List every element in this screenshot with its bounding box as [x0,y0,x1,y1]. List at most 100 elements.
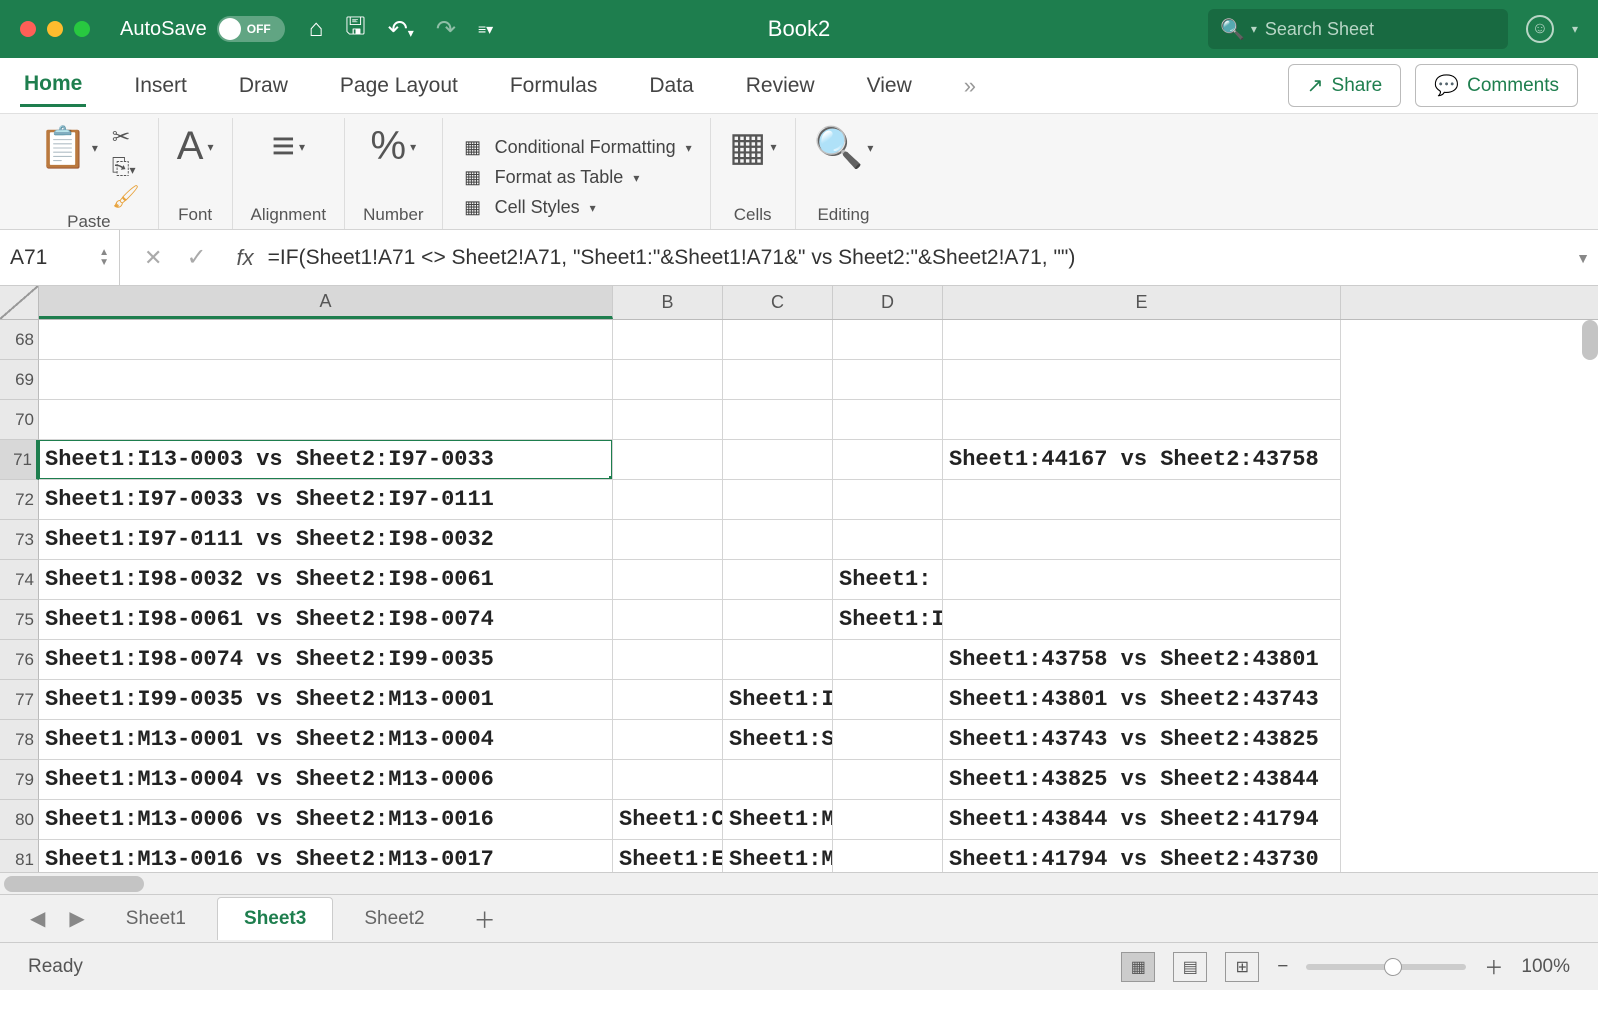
tab-data[interactable]: Data [645,66,697,106]
cell[interactable] [723,400,833,440]
cell[interactable] [613,360,723,400]
tab-home[interactable]: Home [20,64,86,107]
cell[interactable] [723,560,833,600]
col-header-D[interactable]: D [833,286,943,319]
add-sheet-icon[interactable]: ＋ [456,903,514,935]
search-input[interactable] [1265,19,1497,40]
redo-icon[interactable]: ↷ [436,15,456,44]
cell[interactable] [943,480,1341,520]
cell[interactable] [833,840,943,872]
cell[interactable]: Sheet1:M13-0004 vs Sheet2:M13-0006 [39,760,613,800]
row-header[interactable]: 68 [0,320,39,360]
cell[interactable]: Sheet1:43758 vs Sheet2:43801 [943,640,1341,680]
cancel-formula-icon[interactable]: ✕ [144,245,162,271]
comments-button[interactable]: 💬Comments [1415,64,1578,107]
zoom-in-icon[interactable]: ＋ [1484,953,1503,980]
cell-styles-button[interactable]: ▦Cell Styles ▾ [461,196,692,220]
cell[interactable]: Sheet1:I98-0074 vs Sheet2:I99-0035 [39,640,613,680]
cell[interactable] [39,400,613,440]
cell[interactable]: Sheet1: [833,560,943,600]
cell[interactable]: Sheet1:43801 vs Sheet2:43743 [943,680,1341,720]
row-header[interactable]: 78 [0,720,39,760]
cell[interactable]: Sheet1:41794 vs Sheet2:43730 [943,840,1341,872]
row-header[interactable]: 81 [0,840,39,872]
share-button[interactable]: ↗Share [1288,64,1401,107]
row-header[interactable]: 70 [0,400,39,440]
cell[interactable] [723,760,833,800]
cell[interactable] [723,440,833,480]
cell[interactable] [613,320,723,360]
cell[interactable] [723,320,833,360]
cell[interactable] [723,360,833,400]
select-all-corner[interactable] [0,286,39,319]
chevron-down-icon[interactable]: ▾ [1572,22,1578,36]
search-box[interactable]: 🔍 ▾ [1208,9,1508,49]
cell[interactable]: Sheet1:S [723,720,833,760]
fx-icon[interactable]: fx [237,245,254,271]
cell[interactable]: Sheet1:43844 vs Sheet2:41794 [943,800,1341,840]
row-header[interactable]: 80 [0,800,39,840]
tab-formulas[interactable]: Formulas [506,66,602,106]
tab-review[interactable]: Review [742,66,819,106]
horizontal-scrollbar[interactable] [4,876,144,892]
row-header[interactable]: 69 [0,360,39,400]
zoom-out-icon[interactable]: − [1277,956,1288,978]
cell[interactable] [613,400,723,440]
row-header[interactable]: 72 [0,480,39,520]
cell[interactable]: Sheet1:M [723,800,833,840]
enter-formula-icon[interactable]: ✓ [186,243,206,272]
cell[interactable] [833,760,943,800]
undo-icon[interactable]: ↶▾ [388,15,414,44]
cell[interactable]: Sheet1:C [613,800,723,840]
col-header-E[interactable]: E [943,286,1341,319]
namebox-spinner-icon[interactable]: ▲▼ [99,248,109,268]
cell[interactable] [613,440,723,480]
copy-icon[interactable]: ⎘▾ [112,154,140,180]
vertical-scrollbar[interactable] [1582,320,1598,360]
cell[interactable] [613,680,723,720]
autosave-toggle[interactable]: OFF [217,16,285,42]
sheet-tab-sheet1[interactable]: Sheet1 [99,897,213,941]
cell[interactable] [723,640,833,680]
tab-page-layout[interactable]: Page Layout [336,66,462,106]
row-header[interactable]: 71 [0,440,39,480]
number-icon[interactable]: %▾ [371,124,417,169]
cell[interactable] [613,720,723,760]
format-as-table-button[interactable]: ▦Format as Table ▾ [461,166,692,190]
conditional-formatting-button[interactable]: ▦Conditional Formatting ▾ [461,136,692,160]
maximize-window-icon[interactable] [74,21,90,37]
cell[interactable]: Sheet1:I97-0033 vs Sheet2:I97-0111 [39,480,613,520]
cell[interactable] [833,360,943,400]
editing-icon[interactable]: 🔍▾ [814,124,874,171]
cell[interactable] [833,720,943,760]
home-icon[interactable]: ⌂ [309,15,324,43]
row-header[interactable]: 77 [0,680,39,720]
cell[interactable]: Sheet1:I13-0003 vs Sheet2:I97-0033 [39,440,613,480]
cell[interactable] [723,600,833,640]
qat-customize-icon[interactable]: ≡▾ [478,21,493,38]
sheet-tab-sheet3[interactable]: Sheet3 [217,897,333,940]
view-page-layout-icon[interactable]: ▤ [1173,952,1207,982]
cell[interactable] [833,320,943,360]
cell[interactable] [943,560,1341,600]
view-normal-icon[interactable]: ▦ [1121,952,1155,982]
sheet-tab-sheet2[interactable]: Sheet2 [337,897,451,941]
tab-insert[interactable]: Insert [130,66,191,106]
cell[interactable] [613,600,723,640]
cell[interactable] [613,480,723,520]
name-box[interactable]: A71 ▲▼ [0,230,120,285]
cell[interactable]: Sheet1:M13-0006 vs Sheet2:M13-0016 [39,800,613,840]
cell[interactable] [613,560,723,600]
cell[interactable]: Sheet1:44167 vs Sheet2:43758 [943,440,1341,480]
cell[interactable] [833,520,943,560]
format-painter-icon[interactable]: 🖌 [112,184,140,210]
sheet-nav-prev-icon[interactable]: ◀ [20,906,55,931]
cell[interactable] [943,520,1341,560]
cell[interactable]: Sheet1:I99-0035 vs Sheet2:M13-0001 [39,680,613,720]
cell[interactable]: Sheet1:I98-0061 vs Sheet2:I98-0074 [39,600,613,640]
tab-draw[interactable]: Draw [235,66,292,106]
cell[interactable] [833,680,943,720]
cell[interactable] [833,800,943,840]
cell[interactable] [833,640,943,680]
col-header-A[interactable]: A [39,286,613,319]
